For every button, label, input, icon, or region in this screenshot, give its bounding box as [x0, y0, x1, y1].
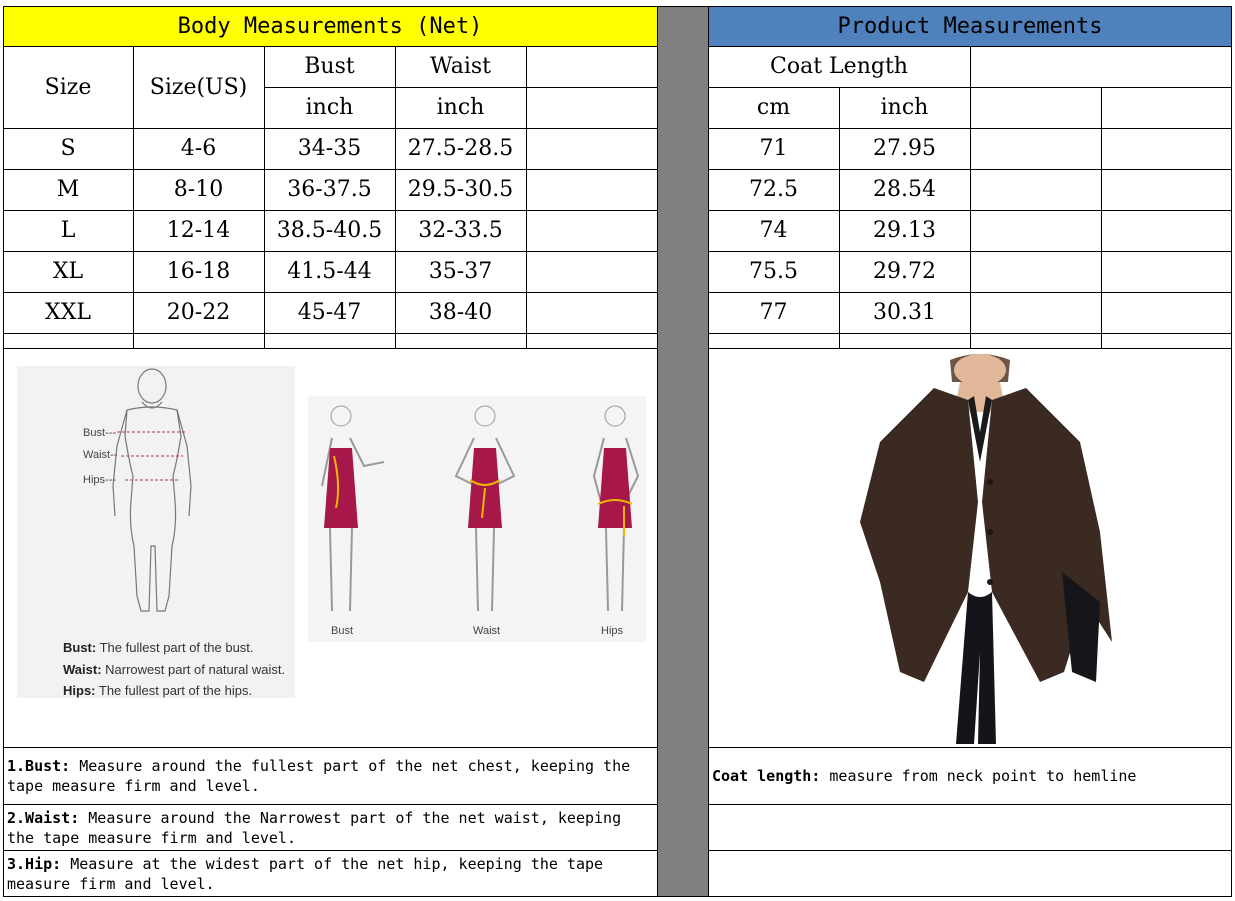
row-inch: 29.13 — [873, 218, 936, 243]
unit-bust: inch — [305, 95, 354, 120]
row-inch: 30.31 — [873, 300, 936, 325]
row-size: XXL — [45, 300, 91, 325]
note-hip: 3.Hip: Measure at the widest part of the… — [7, 854, 604, 893]
row-size: XL — [52, 259, 84, 284]
row-bust: 41.5-44 — [287, 259, 372, 284]
row-bust: 45-47 — [297, 300, 362, 325]
row-size-us: 8-10 — [173, 177, 224, 202]
header-coat-length: Coat Length — [770, 54, 908, 79]
caption-waist: Waist — [473, 625, 501, 637]
header-size-us: Size(US) — [149, 74, 248, 100]
row-inch: 27.95 — [873, 136, 936, 161]
note-bust: 1.Bust: Measure around the fullest part … — [7, 757, 631, 795]
row-waist: 27.5-28.5 — [407, 136, 514, 161]
row-waist: 32-33.5 — [418, 218, 503, 243]
coat-product-image — [860, 354, 1112, 744]
header-waist: Waist — [430, 54, 491, 79]
row-size: S — [60, 136, 76, 161]
row-cm: 72.5 — [749, 177, 798, 202]
row-bust: 36-37.5 — [287, 177, 372, 202]
dress-figures-panel: Bust Waist Hips — [308, 396, 646, 642]
body-figure-panel: Bust--- Waist-- Hips--- Bust: The fulles… — [17, 366, 295, 698]
divider-column — [657, 6, 708, 897]
row-waist: 29.5-30.5 — [407, 177, 514, 202]
unit-cm: cm — [756, 95, 791, 120]
row-cm: 74 — [759, 218, 788, 243]
unit-waist: inch — [436, 95, 485, 120]
row-cm: 77 — [759, 300, 788, 325]
note-waist: 2.Waist: Measure around the Narrowest pa… — [7, 808, 622, 847]
row-waist: 38-40 — [428, 300, 493, 325]
row-size-us: 16-18 — [166, 259, 231, 284]
unit-inch: inch — [880, 95, 929, 120]
caption-hips: Hips — [601, 625, 624, 637]
waist-mark-label: Waist-- — [83, 449, 118, 461]
header-size: Size — [44, 74, 92, 100]
row-size-us: 4-6 — [180, 136, 217, 161]
legend-hips: Hips: The fullest part of the hips. — [63, 683, 253, 698]
row-bust: 34-35 — [297, 136, 362, 161]
note-coat-length: Coat length: measure from neck point to … — [712, 767, 1137, 785]
row-size: L — [60, 218, 76, 243]
row-size: M — [56, 177, 80, 202]
header-bust: Bust — [304, 54, 355, 79]
row-inch: 29.72 — [873, 259, 936, 284]
hips-mark-label: Hips--- — [83, 474, 116, 486]
row-size-us: 12-14 — [166, 218, 231, 243]
body-measurements-title: Body Measurements (Net) — [177, 14, 483, 39]
caption-bust: Bust — [331, 625, 354, 637]
row-cm: 71 — [759, 136, 788, 161]
dress-measurement-figures — [321, 405, 640, 612]
row-cm: 75.5 — [749, 259, 798, 284]
row-size-us: 20-22 — [166, 300, 231, 325]
product-measurements-title: Product Measurements — [837, 14, 1103, 39]
row-inch: 28.54 — [873, 177, 936, 202]
bust-mark-label: Bust--- — [83, 427, 116, 439]
legend-bust: Bust: The fullest part of the bust. — [63, 640, 254, 655]
body-outline-figure — [112, 368, 192, 612]
row-waist: 35-37 — [428, 259, 493, 284]
row-bust: 38.5-40.5 — [276, 218, 383, 243]
legend-waist: Waist: Narrowest part of natural waist. — [63, 662, 286, 677]
